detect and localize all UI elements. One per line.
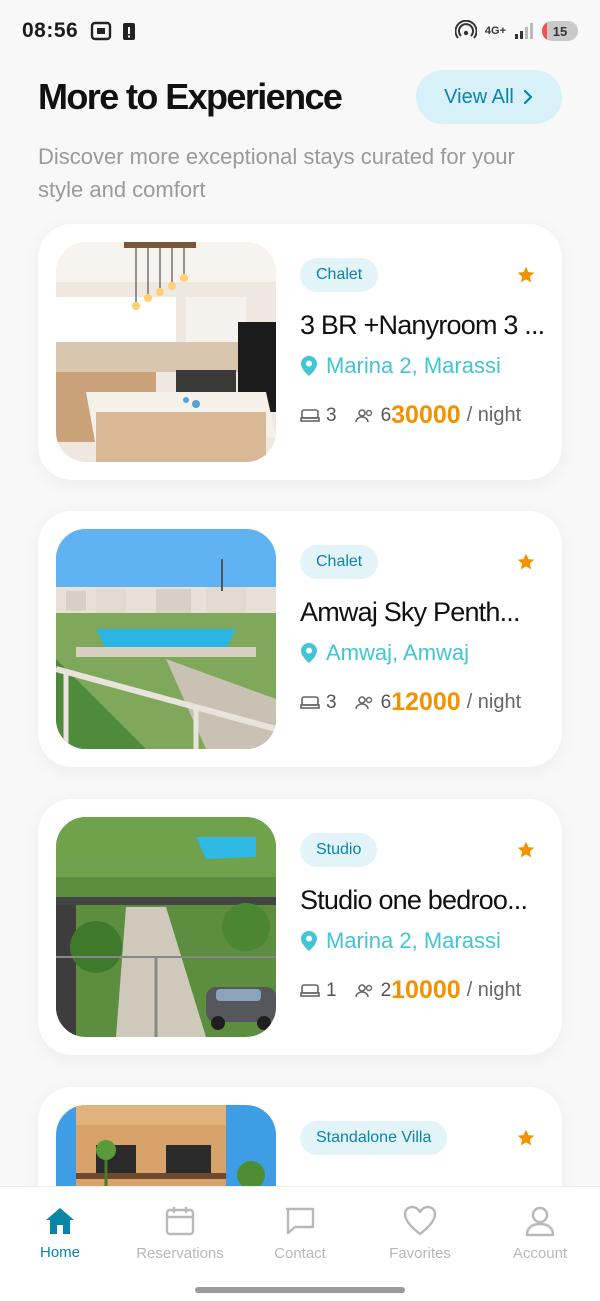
price-unit: / night: [466, 404, 522, 426]
section-header: More to Experience View All Discover mor…: [38, 70, 562, 206]
star-icon[interactable]: [516, 552, 536, 572]
guests-icon: [354, 983, 372, 997]
nav-item-account[interactable]: Account: [480, 1187, 600, 1279]
view-all-label: View All: [444, 85, 514, 108]
network-type: 4G+: [484, 25, 506, 37]
listing-meta: 3 6 12000 / night: [300, 688, 536, 717]
bed-icon: [300, 983, 320, 997]
status-bar: 08:56 4G+ 15: [0, 0, 600, 62]
person-icon: [525, 1206, 555, 1236]
nav-label-favorites: Favorites: [389, 1244, 451, 1262]
calendar-icon: [165, 1206, 195, 1235]
listing-title: 3 BR +Nanyroom 3 ...: [300, 310, 545, 340]
location-text: Amwaj, Amwaj: [326, 640, 470, 665]
nav-label-reservations: Reservations: [136, 1244, 224, 1262]
price: 30000: [391, 401, 461, 429]
listing-card[interactable]: Studio Studio one bedroo... Marina 2, Ma…: [38, 799, 562, 1055]
nav-label-home: Home: [39, 1243, 80, 1261]
guests-count: 6: [380, 404, 392, 426]
listing-card[interactable]: Chalet 3 BR +Nanyroom 3 ... Marina 2, Ma…: [38, 224, 562, 480]
star-icon[interactable]: [516, 265, 536, 285]
listing-meta: 3 6 30000 / night: [300, 401, 536, 430]
listing-type-badge: Chalet: [300, 258, 379, 292]
guests-icon: [354, 408, 372, 422]
location-pin-icon: [301, 356, 317, 376]
nav-item-reservations[interactable]: Reservations: [120, 1187, 240, 1279]
bottom-nav: Home Reservations Contact Favorites Acco…: [0, 1186, 600, 1301]
bed-icon: [300, 695, 320, 709]
location-pin-icon: [301, 643, 317, 663]
listing-title: Amwaj Sky Penth...: [300, 597, 521, 627]
price-unit: / night: [466, 691, 522, 713]
battery-indicator: 15: [542, 21, 578, 41]
nav-item-home[interactable]: Home: [0, 1187, 120, 1279]
listing-location: Marina 2, Marassi: [300, 353, 536, 379]
status-time: 08:56: [22, 19, 79, 42]
signal-icon: [515, 23, 533, 39]
section-subtitle: Discover more exceptional stays curated …: [38, 144, 515, 202]
bed-icon: [300, 408, 320, 422]
guests-icon: [354, 695, 372, 709]
listing-photo-kitchen: [56, 242, 276, 462]
home-indicator[interactable]: [195, 1287, 405, 1293]
chat-icon: [285, 1207, 315, 1234]
nav-item-favorites[interactable]: Favorites: [360, 1187, 480, 1279]
nav-label-contact: Contact: [274, 1244, 326, 1262]
heart-icon: [403, 1205, 437, 1235]
screenshot-icon: [91, 21, 112, 41]
price-unit: / night: [466, 979, 522, 1001]
listing-photo-garden: [56, 817, 276, 1037]
hotspot-icon: [454, 20, 477, 39]
guests-count: 2: [380, 979, 392, 1001]
listing-type-badge: Studio: [300, 833, 378, 867]
home-icon: [46, 1207, 74, 1234]
section-title: More to Experience: [38, 76, 343, 117]
price: 12000: [391, 688, 461, 716]
location-text: Marina 2, Marassi: [326, 353, 501, 378]
listing-photo-pool: [56, 529, 276, 749]
nav-item-contact[interactable]: Contact: [240, 1187, 360, 1279]
beds-count: 3: [326, 404, 337, 426]
price: 10000: [391, 976, 461, 1004]
beds-count: 1: [326, 979, 337, 1001]
listing-type-badge: Standalone Villa: [300, 1121, 448, 1155]
listing-title: Studio one bedroo...: [300, 885, 528, 915]
chevron-right-icon: [523, 89, 532, 105]
location-text: Marina 2, Marassi: [326, 928, 501, 953]
nav-label-account: Account: [512, 1244, 568, 1262]
guests-count: 6: [380, 691, 392, 713]
view-all-button[interactable]: View All: [416, 70, 562, 124]
listing-location: Marina 2, Marassi: [300, 928, 536, 954]
star-icon[interactable]: [516, 840, 536, 860]
listing-card[interactable]: Chalet Amwaj Sky Penth... Amwaj, Amwaj 3…: [38, 511, 562, 767]
star-icon[interactable]: [516, 1128, 536, 1148]
alert-icon: [123, 23, 136, 40]
listing-meta: 1 2 10000 / night: [300, 976, 536, 1005]
listing-location: Amwaj, Amwaj: [300, 640, 536, 666]
listing-type-badge: Chalet: [300, 545, 379, 579]
location-pin-icon: [301, 931, 317, 951]
beds-count: 3: [326, 691, 337, 713]
